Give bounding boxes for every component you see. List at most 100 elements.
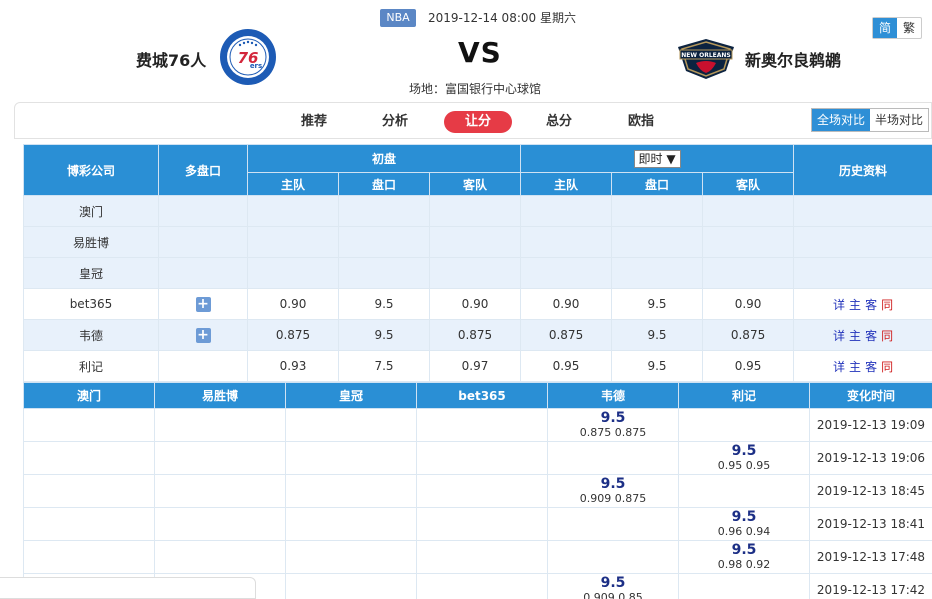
traditional-chinese-button[interactable]: 繁 (897, 18, 921, 38)
live-home-odds (520, 226, 613, 258)
initial-line-header: 盘口 (338, 172, 430, 196)
odds-row: 澳门 (23, 195, 932, 227)
change-time: 2019-12-13 19:06 (809, 441, 932, 475)
history-odds-values: 0.909 0.875 (579, 492, 647, 505)
initial-home-odds: 0.93 (247, 350, 339, 382)
company-name[interactable]: 利记 (23, 350, 159, 382)
history-empty-cell (416, 441, 548, 475)
home-team-logo[interactable]: 76 ers (218, 28, 278, 86)
vs-label: VS (458, 36, 502, 69)
initial-away-odds (428, 195, 522, 227)
company-header: 博彩公司 (23, 144, 159, 196)
history-line-value: 9.5 (600, 575, 626, 591)
tab-totals[interactable]: 总分 (534, 111, 584, 133)
half-game-button[interactable]: 半场对比 (870, 109, 928, 131)
multi-line-cell: + (158, 288, 248, 320)
expand-plus-icon[interactable]: + (195, 296, 211, 312)
same-link[interactable]: 同 (881, 360, 893, 374)
history-col-william: 韦德 (547, 382, 679, 409)
initial-away-odds: 0.90 (428, 288, 522, 320)
company-name[interactable]: bet365 (23, 288, 159, 320)
tab-analysis[interactable]: 分析 (370, 111, 420, 133)
history-col-easybet: 易胜博 (154, 382, 286, 409)
company-name[interactable]: 澳门 (23, 195, 159, 227)
history-col-macau: 澳门 (23, 382, 155, 409)
tab-handicap[interactable]: 让分 (444, 111, 512, 133)
initial-line: 9.5 (338, 319, 430, 351)
home-link[interactable]: 主 (849, 298, 861, 312)
history-empty-cell (23, 441, 155, 475)
match-header: NBA 2019-12-14 08:00 星期六 费城76人 76 ers VS… (0, 0, 932, 102)
live-home-odds (520, 257, 613, 289)
tab-euro-odds[interactable]: 欧指 (616, 111, 666, 133)
home-link[interactable]: 主 (849, 360, 861, 374)
initial-line (338, 195, 430, 227)
history-empty-cell (154, 408, 286, 442)
initial-home-odds: 0.875 (247, 319, 339, 351)
live-away-odds (702, 226, 795, 258)
same-link[interactable]: 同 (881, 329, 893, 343)
history-odds-values: 0.98 0.92 (717, 558, 771, 571)
history-empty-cell (23, 507, 155, 541)
away-link[interactable]: 客 (865, 329, 877, 343)
same-link[interactable]: 同 (881, 298, 893, 312)
detail-link[interactable]: 详 (833, 329, 845, 343)
multi-line-header: 多盘口 (158, 144, 248, 196)
home-link[interactable]: 主 (849, 329, 861, 343)
history-empty-cell (678, 573, 810, 599)
change-time: 2019-12-13 18:41 (809, 507, 932, 541)
initial-away-header: 客队 (428, 172, 522, 196)
history-odds-values: 0.96 0.94 (717, 525, 771, 538)
live-line: 9.5 (611, 319, 704, 351)
floating-panel-edge (0, 577, 256, 599)
simplified-chinese-button[interactable]: 简 (873, 18, 897, 38)
history-odds-cell: 9.5 0.98 0.92 (678, 540, 810, 574)
detail-link[interactable]: 详 (833, 298, 845, 312)
multi-line-cell (158, 195, 248, 227)
company-name[interactable]: 韦德 (23, 319, 159, 351)
chevron-down-icon: ▼ (666, 151, 676, 166)
tab-recommend[interactable]: 推荐 (289, 111, 339, 133)
history-row: 9.5 0.96 0.94 2019-12-13 18:41 (23, 507, 932, 541)
live-away-odds: 0.95 (702, 350, 795, 382)
history-links-cell (793, 257, 932, 289)
away-team-logo[interactable]: NEW ORLEANS (674, 37, 738, 81)
scope-toggle: 全场对比 半场对比 (811, 108, 930, 132)
history-odds-values: 0.95 0.95 (717, 459, 771, 472)
away-team-name[interactable]: 新奥尔良鹈鹕 (745, 47, 841, 71)
history-empty-cell (678, 474, 810, 508)
history-row: 9.5 0.875 0.875 2019-12-13 19:09 (23, 408, 932, 442)
company-name[interactable]: 皇冠 (23, 257, 159, 289)
live-line (611, 226, 704, 258)
full-game-button[interactable]: 全场对比 (812, 109, 871, 131)
live-away-header: 客队 (702, 172, 795, 196)
expand-plus-icon[interactable]: + (195, 327, 211, 343)
home-team-name[interactable]: 费城76人 (136, 47, 206, 71)
history-col-change-time: 变化时间 (809, 382, 932, 409)
change-time: 2019-12-13 18:45 (809, 474, 932, 508)
history-empty-cell (416, 474, 548, 508)
detail-link[interactable]: 详 (833, 360, 845, 374)
live-away-odds: 0.90 (702, 288, 795, 320)
initial-home-odds: 0.90 (247, 288, 339, 320)
history-empty-cell (23, 540, 155, 574)
company-name[interactable]: 易胜博 (23, 226, 159, 258)
live-odds-select[interactable]: 即时 ▼ (633, 149, 681, 168)
history-links-cell (793, 226, 932, 258)
history-odds-values: 0.909 0.85 (583, 591, 643, 599)
away-link[interactable]: 客 (865, 298, 877, 312)
history-row: 9.5 0.98 0.92 2019-12-13 17:48 (23, 540, 932, 574)
history-line-value: 9.5 (600, 410, 626, 426)
live-away-odds: 0.875 (702, 319, 795, 351)
odds-history-table: 澳门 易胜博 皇冠 bet365 韦德 利记 变化时间 9.5 0.875 0.8… (23, 382, 932, 599)
away-link[interactable]: 客 (865, 360, 877, 374)
odds-row: 利记 0.93 7.5 0.97 0.95 9.5 0.95 详主客同 (23, 350, 932, 382)
history-empty-cell (285, 573, 417, 599)
history-empty-cell (285, 474, 417, 508)
history-empty-cell (23, 408, 155, 442)
history-row: 9.5 0.909 0.875 2019-12-13 18:45 (23, 474, 932, 508)
league-badge[interactable]: NBA (380, 9, 416, 27)
history-empty-cell (154, 540, 286, 574)
history-empty-cell (285, 408, 417, 442)
initial-header: 初盘 (246, 144, 522, 173)
